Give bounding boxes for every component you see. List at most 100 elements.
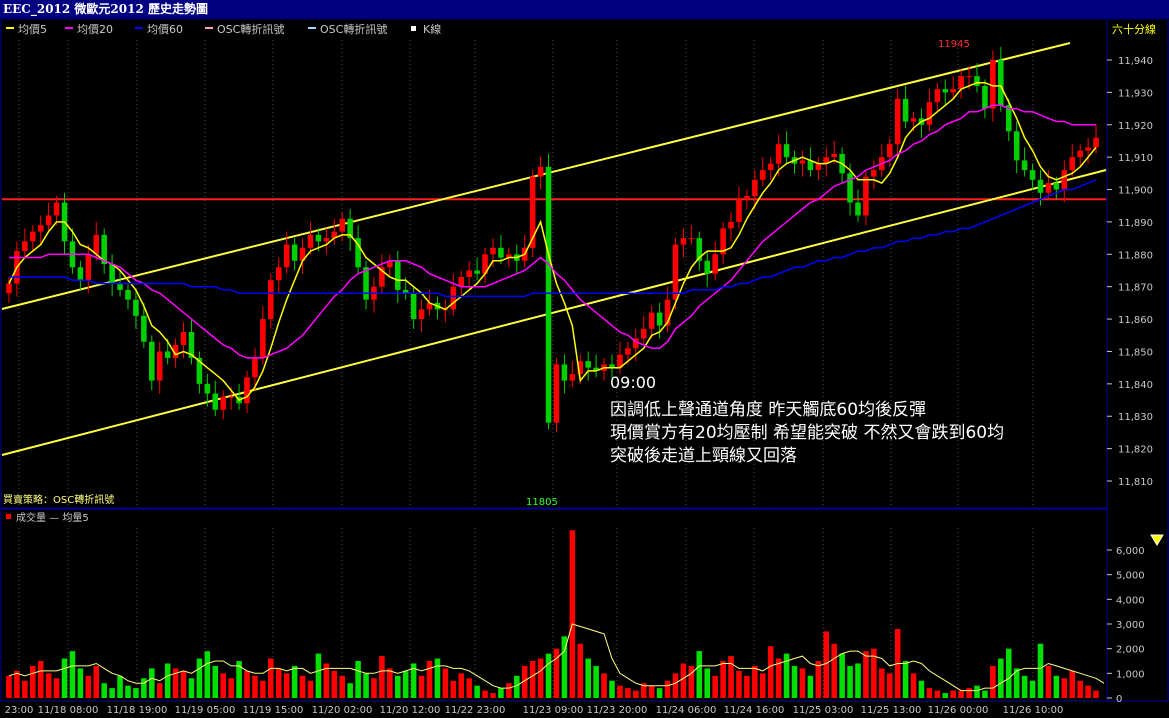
annotation-line: 突破後走道上頸線又回落 (610, 446, 797, 466)
candle-body (212, 393, 219, 410)
candle-body (180, 332, 187, 345)
volume-bar (188, 678, 195, 698)
candle-body (855, 202, 861, 216)
volume-bar (141, 678, 147, 698)
y-tick-label: 11,940 (1118, 56, 1153, 67)
candle-body (291, 244, 298, 261)
volume-bar (434, 658, 441, 698)
volume-bar (363, 673, 369, 698)
volume-bar (109, 688, 115, 698)
candle-body (260, 319, 266, 358)
volume-bar (275, 668, 282, 698)
volume-bar (6, 675, 12, 698)
volume-bar (101, 683, 107, 698)
volume-bar (387, 668, 393, 698)
legend-label: K線 (423, 22, 441, 36)
volume-bar (1085, 685, 1091, 698)
volume-bar (85, 675, 92, 698)
volume-bar (268, 658, 274, 698)
candle-body (164, 351, 171, 358)
volume-bar (823, 631, 830, 698)
candle-body (363, 267, 369, 300)
legend-label: 均價60 (147, 22, 183, 36)
chart-canvas: 均價5 均價20 均價60 OSC轉折訊號 OSC轉折訊號 K線 六十分線 23:00 11/1… (0, 18, 1169, 716)
candle-body (1021, 160, 1028, 171)
legend-kline-marker (411, 26, 416, 31)
candle-body (648, 312, 655, 329)
volume-legend-label: 成交量 — 均量5 (16, 511, 89, 524)
candle-body (1029, 170, 1036, 180)
candle-body (728, 221, 734, 229)
volume-bar (442, 668, 449, 698)
candle-body (680, 238, 687, 245)
volume-bar (728, 656, 734, 698)
candle-body (268, 280, 274, 320)
volume-bar (498, 688, 504, 698)
candle-body (307, 234, 314, 248)
volume-bar (537, 658, 544, 698)
volume-bar (61, 658, 68, 698)
candle-body (537, 166, 544, 177)
x-tick-label: 11/24 06:00 (656, 705, 717, 716)
volume-bar (696, 651, 703, 698)
volume-bar (752, 665, 758, 698)
volume-bar (791, 665, 798, 698)
volume-bar (942, 693, 949, 698)
y-tick-label: 11,910 (1118, 153, 1153, 164)
candle-body (553, 364, 560, 423)
candle-body (283, 244, 290, 268)
volume-bar (529, 661, 536, 698)
x-tick-label: 11/22 23:00 (445, 705, 506, 716)
volume-bar (1037, 643, 1044, 698)
volume-bar (291, 665, 298, 698)
volume-bar (69, 651, 76, 698)
candle-body (410, 293, 417, 320)
volume-bar (672, 673, 679, 698)
candle-body (490, 247, 496, 255)
candle-body (799, 160, 806, 164)
volume-bar (482, 690, 488, 698)
volume-bar (831, 643, 837, 698)
candle-body (498, 247, 504, 258)
volume-bar (799, 668, 806, 698)
volume-bar (1005, 648, 1012, 698)
candle-body (418, 309, 425, 320)
volume-bar (490, 693, 496, 698)
x-tick-label: 11/18 19:00 (107, 705, 168, 716)
volume-bar (704, 668, 711, 698)
volume-bar (1021, 675, 1028, 698)
volume-bar (926, 688, 933, 698)
candle-body (752, 179, 758, 197)
scroll-down-icon (1150, 534, 1164, 546)
volume-bar (950, 690, 956, 698)
candle-body (77, 267, 84, 281)
candle-body (759, 170, 766, 180)
candle-body (466, 270, 472, 277)
x-tick-label: 23:00 (5, 705, 34, 716)
candle-body (950, 89, 956, 93)
candle-body (204, 383, 211, 394)
volume-bar (204, 651, 211, 698)
strategy-label: 買賣策略：OSC轉折訊號 (3, 493, 114, 506)
volume-bar (339, 675, 346, 698)
volume-bar (617, 685, 623, 698)
volume-bar (839, 653, 845, 698)
candle-body (672, 244, 679, 300)
volume-bar (736, 670, 742, 698)
x-tick-label: 11/25 13:00 (861, 705, 922, 716)
volume-bar (601, 673, 607, 698)
volume-bar (458, 673, 465, 698)
volume-y-tick-label: 3,000 (1116, 620, 1145, 631)
legend-label: OSC轉折訊號 (320, 22, 387, 36)
volume-bar (149, 668, 155, 698)
x-tick-label: 11/24 16:00 (724, 705, 785, 716)
volume-bar (514, 675, 520, 698)
volume-bar (1069, 670, 1076, 698)
volume-bar (125, 685, 131, 698)
x-tick-label: 11/26 00:00 (928, 705, 989, 716)
volume-bar (585, 658, 591, 698)
candle-body (775, 144, 782, 164)
volume-bar (133, 688, 139, 698)
candle-body (1013, 131, 1020, 161)
volume-legend-marker (6, 514, 11, 519)
